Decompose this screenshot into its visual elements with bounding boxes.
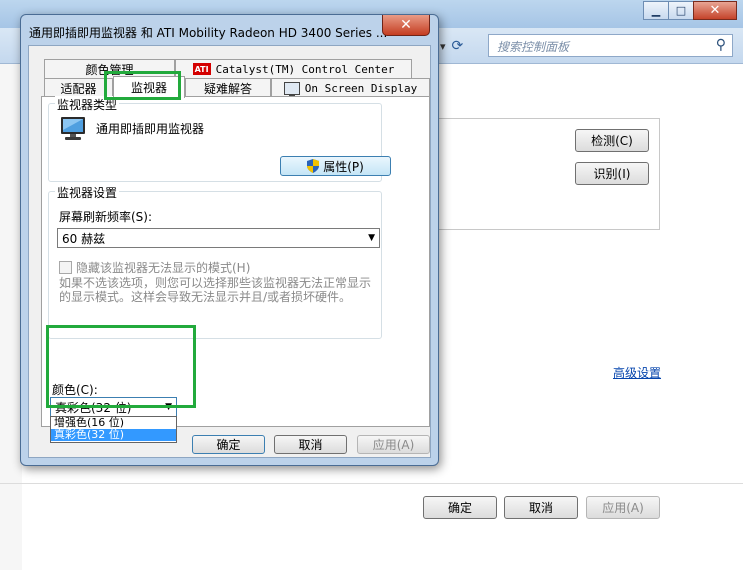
bg-cancel-button[interactable]: 取消 [504, 496, 578, 519]
colors-selected-value: 真彩色(32 位) [55, 400, 132, 415]
tab-label: 颜色管理 [85, 62, 134, 77]
close-icon: ✕ [709, 3, 721, 18]
hide-modes-checkbox-row: 隐藏该监视器无法显示的模式(H) [59, 259, 250, 276]
bg-ok-button[interactable]: 确定 [423, 496, 497, 519]
dropdown-arrow-icon[interactable]: ▾ [440, 40, 446, 53]
tab-troubleshoot[interactable]: 疑难解答 [185, 78, 271, 97]
close-icon: ✕ [400, 17, 412, 33]
tab-catalyst-control-center[interactable]: ATI Catalyst(TM) Control Center [175, 59, 412, 78]
address-nav[interactable]: ▾ ⟳ [440, 36, 480, 56]
tab-label: 疑难解答 [203, 81, 252, 96]
detect-button[interactable]: 检测(C) [575, 129, 649, 152]
group-title: 监视器类型 [55, 96, 120, 113]
minimize-button[interactable]: ▁ [643, 1, 669, 20]
maximize-button[interactable]: □ [668, 1, 694, 20]
maximize-icon: □ [675, 4, 687, 17]
tab-label: 适配器 [60, 81, 97, 96]
footer-divider [0, 483, 743, 484]
colors-select[interactable]: 真彩色(32 位) ▼ [50, 397, 177, 417]
refresh-rate-select[interactable]: 60 赫兹 ▼ [57, 228, 380, 248]
search-placeholder: 搜索控制面板 [497, 40, 570, 54]
shield-icon [307, 159, 320, 173]
properties-label: 属性(P) [323, 159, 364, 174]
group-title: 监视器设置 [55, 184, 120, 201]
minimize-icon: ▁ [651, 4, 661, 17]
dialog-close-button[interactable]: ✕ [382, 15, 430, 36]
ok-button[interactable]: 确定 [192, 435, 265, 454]
tab-on-screen-display[interactable]: On Screen Display [271, 78, 430, 98]
left-strip [0, 64, 22, 570]
tab-label: Catalyst(TM) Control Center [215, 62, 395, 76]
search-icon[interactable]: ⚲ [716, 37, 726, 53]
colors-dropdown-list: 增强色(16 位) 真彩色(32 位) [50, 416, 177, 443]
refresh-icon[interactable]: ⟳ [452, 38, 464, 54]
caption-buttons: ▁ □ ✕ [643, 1, 737, 21]
close-window-button[interactable]: ✕ [693, 1, 737, 20]
monitor-small-icon [283, 81, 300, 98]
dialog-body: 颜色管理 ATI Catalyst(TM) Control Center 适配器… [28, 45, 431, 458]
monitor-settings-group: 监视器设置 屏幕刷新频率(S): 60 赫兹 ▼ 隐藏该监视器无法显示的模式(H… [48, 184, 382, 339]
cancel-button[interactable]: 取消 [274, 435, 347, 454]
apply-button[interactable]: 应用(A) [357, 435, 430, 454]
identify-button[interactable]: 识别(I) [575, 162, 649, 185]
colors-option-32bit[interactable]: 真彩色(32 位) [51, 429, 176, 441]
hide-modes-label: 隐藏该监视器无法显示的模式(H) [76, 261, 251, 275]
hide-modes-description: 如果不选该选项，则您可以选择那些该监视器无法正常显示的显示模式。这样会导致无法显… [59, 276, 372, 304]
dialog-title: 通用即插即用监视器 和 ATI Mobility Radeon HD 3400 … [29, 26, 388, 40]
monitor-name: 通用即插即用监视器 [96, 122, 205, 136]
refresh-rate-value: 60 赫兹 [62, 231, 106, 246]
dropdown-arrow-icon: ▼ [368, 233, 375, 243]
monitor-tab-page: 监视器类型 通用即插即用监视器 属性(P) 监视器设置 屏幕刷新频率(S): 6… [41, 96, 430, 443]
refresh-rate-label: 屏幕刷新频率(S): [59, 210, 153, 224]
monitor-icon [59, 116, 87, 142]
monitor-properties-dialog: 通用即插即用监视器 和 ATI Mobility Radeon HD 3400 … [20, 14, 439, 466]
colors-label: 颜色(C): [52, 383, 98, 397]
search-input[interactable]: 搜索控制面板 ⚲ [488, 34, 733, 57]
dropdown-arrow-icon: ▼ [165, 402, 172, 412]
properties-button[interactable]: 属性(P) [280, 156, 391, 176]
bg-apply-button[interactable]: 应用(A) [586, 496, 660, 519]
monitor-type-group: 监视器类型 通用即插即用监视器 属性(P) [48, 96, 391, 182]
advanced-settings-link[interactable]: 高级设置 [613, 364, 661, 381]
tab-monitor[interactable]: 监视器 [113, 76, 185, 98]
hide-modes-checkbox [59, 261, 72, 274]
tab-label: 监视器 [130, 81, 167, 95]
tab-label: On Screen Display [304, 81, 418, 95]
tab-adapter[interactable]: 适配器 [44, 78, 113, 97]
ati-logo-icon: ATI [192, 63, 211, 75]
